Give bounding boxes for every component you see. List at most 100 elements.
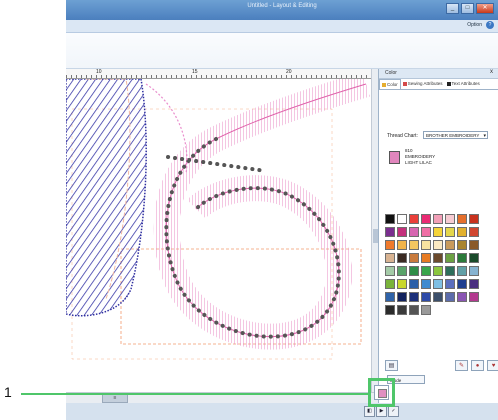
option-menu[interactable]: Option (467, 22, 482, 28)
palette-color-swatch[interactable] (397, 240, 407, 250)
palette-color-swatch[interactable] (397, 305, 407, 315)
horizontal-scroll-thumb[interactable]: ≡ (102, 394, 128, 403)
palette-color-swatch[interactable] (457, 227, 467, 237)
thread-list-button[interactable]: ▤ (385, 360, 398, 371)
palette-color-swatch[interactable] (385, 305, 395, 315)
palette-color-swatch[interactable] (397, 214, 407, 224)
palette-color-swatch[interactable] (457, 240, 467, 250)
palette-color-swatch[interactable] (457, 279, 467, 289)
palette-color-swatch[interactable] (397, 227, 407, 237)
window-title: Untitled - Layout & Editing (247, 3, 317, 9)
palette-color-swatch[interactable] (445, 214, 455, 224)
palette-color-swatch[interactable] (433, 266, 443, 276)
palette-color-swatch[interactable] (469, 240, 479, 250)
close-button[interactable]: ✕ (476, 3, 494, 14)
palette-color-swatch[interactable] (457, 214, 467, 224)
thread-brand: EMBROIDERY (405, 154, 436, 159)
chevron-down-icon: ▾ (483, 133, 486, 139)
taskbar-button[interactable]: ◧ (364, 406, 375, 417)
minimize-button[interactable]: _ (446, 3, 459, 14)
palette-color-swatch[interactable] (385, 227, 395, 237)
window-controls: _ □ ✕ (446, 3, 494, 14)
palette-color-swatch[interactable] (469, 227, 479, 237)
palette-row (385, 214, 497, 224)
thread-name: LIGHT LILAC (405, 160, 432, 165)
palette-color-swatch[interactable] (433, 214, 443, 224)
palette-color-swatch[interactable] (469, 253, 479, 263)
palette-color-swatch[interactable] (409, 279, 419, 289)
palette-row (385, 266, 497, 276)
close-icon[interactable]: x (490, 69, 493, 75)
favorite-color-button[interactable]: ♥ (487, 360, 498, 371)
palette-color-swatch[interactable] (397, 292, 407, 302)
palette-color-swatch[interactable] (409, 266, 419, 276)
palette-color-swatch[interactable] (469, 266, 479, 276)
palette-color-swatch[interactable] (421, 292, 431, 302)
app-window: Untitled - Layout & Editing _ □ ✕ Option… (66, 0, 498, 420)
ruler-label: 10 (96, 69, 102, 75)
palette-color-swatch[interactable] (409, 227, 419, 237)
callout-highlight (368, 378, 395, 407)
color-tab-icon (382, 82, 386, 87)
check-button[interactable]: ✓ (388, 406, 399, 417)
palette-color-swatch[interactable] (445, 292, 455, 302)
thread-number: 810 (405, 148, 413, 153)
palette-color-swatch[interactable] (433, 253, 443, 263)
callout-number: 1 (4, 384, 12, 400)
maximize-button[interactable]: □ (461, 3, 474, 14)
palette-color-swatch[interactable] (385, 214, 395, 224)
palette-color-swatch[interactable] (421, 240, 431, 250)
palette-color-swatch[interactable] (421, 279, 431, 289)
tab-color[interactable]: Color (379, 79, 401, 89)
palette-color-swatch[interactable] (409, 240, 419, 250)
palette-color-swatch[interactable] (469, 214, 479, 224)
palette-color-swatch[interactable] (409, 305, 419, 315)
palette-color-swatch[interactable] (385, 266, 395, 276)
palette-color-swatch[interactable] (397, 266, 407, 276)
palette-color-swatch[interactable] (421, 305, 431, 315)
palette-color-swatch[interactable] (469, 279, 479, 289)
sewing-attributes-icon (402, 81, 407, 86)
palette-color-swatch[interactable] (457, 292, 467, 302)
palette-row (385, 227, 497, 237)
help-icon[interactable]: ? (486, 21, 494, 29)
palette-color-swatch[interactable] (469, 292, 479, 302)
palette-color-swatch[interactable] (433, 292, 443, 302)
palette-color-swatch[interactable] (421, 253, 431, 263)
tab-sewing-attributes[interactable]: Sewing Attributes (401, 79, 445, 89)
eyedropper-button[interactable]: ✎ (455, 360, 468, 371)
palette-color-swatch[interactable] (409, 253, 419, 263)
palette-color-swatch[interactable] (397, 279, 407, 289)
palette-color-swatch[interactable] (433, 240, 443, 250)
palette-color-swatch[interactable] (421, 214, 431, 224)
horizontal-ruler: 10 15 20 (66, 69, 371, 79)
palette-color-swatch[interactable] (409, 214, 419, 224)
thread-chart-select[interactable]: BROTHER EMBROIDERY ▾ (423, 131, 488, 139)
palette-color-swatch[interactable] (445, 279, 455, 289)
palette-color-swatch[interactable] (433, 279, 443, 289)
palette-color-swatch[interactable] (457, 266, 467, 276)
palette-color-swatch[interactable] (445, 266, 455, 276)
palette-color-swatch[interactable] (457, 253, 467, 263)
color-fill-button[interactable]: ● (471, 360, 484, 371)
palette-color-swatch[interactable] (445, 227, 455, 237)
palette-color-swatch[interactable] (385, 279, 395, 289)
palette-color-swatch[interactable] (445, 240, 455, 250)
tab-text-attributes[interactable]: Text Attributes (445, 79, 482, 89)
palette-color-swatch[interactable] (397, 253, 407, 263)
design-canvas[interactable] (66, 79, 371, 392)
palette-color-swatch[interactable] (421, 227, 431, 237)
palette-color-swatch[interactable] (385, 240, 395, 250)
palette-color-swatch[interactable] (433, 227, 443, 237)
palette-color-swatch[interactable] (409, 292, 419, 302)
palette-color-swatch[interactable] (445, 253, 455, 263)
palette-row (385, 279, 497, 289)
palette-color-swatch[interactable] (421, 266, 431, 276)
menu-bar: Option ? (66, 20, 498, 33)
palette-color-swatch[interactable] (385, 253, 395, 263)
palette-row (385, 292, 497, 302)
palette-color-swatch[interactable] (385, 292, 395, 302)
palette-row (385, 240, 497, 250)
thread-chart-label: Thread Chart: (387, 133, 418, 139)
play-button[interactable]: ▶ (376, 406, 387, 417)
